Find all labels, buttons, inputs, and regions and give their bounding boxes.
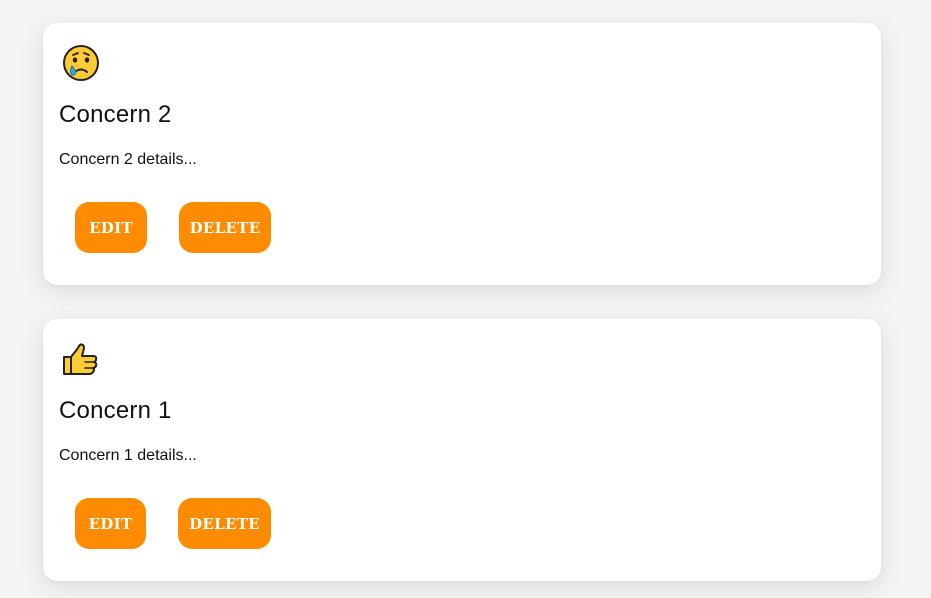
- delete-button[interactable]: DELETE: [178, 498, 271, 549]
- concern-details: Concern 2 details...: [59, 151, 197, 168]
- crying-face-icon: [63, 45, 99, 81]
- concern-details: Concern 1 details...: [59, 447, 197, 464]
- edit-button[interactable]: EDIT: [75, 202, 147, 253]
- edit-button[interactable]: EDIT: [75, 498, 146, 549]
- concern-title: Concern 2: [59, 101, 172, 128]
- thumbs-up-icon: [63, 343, 98, 375]
- concern-title: Concern 1: [59, 397, 172, 424]
- concern-card: Concern 2 Concern 2 details... EDIT DELE…: [43, 23, 881, 285]
- concern-card: Concern 1 Concern 1 details... EDIT DELE…: [43, 319, 881, 581]
- delete-button[interactable]: DELETE: [179, 202, 271, 253]
